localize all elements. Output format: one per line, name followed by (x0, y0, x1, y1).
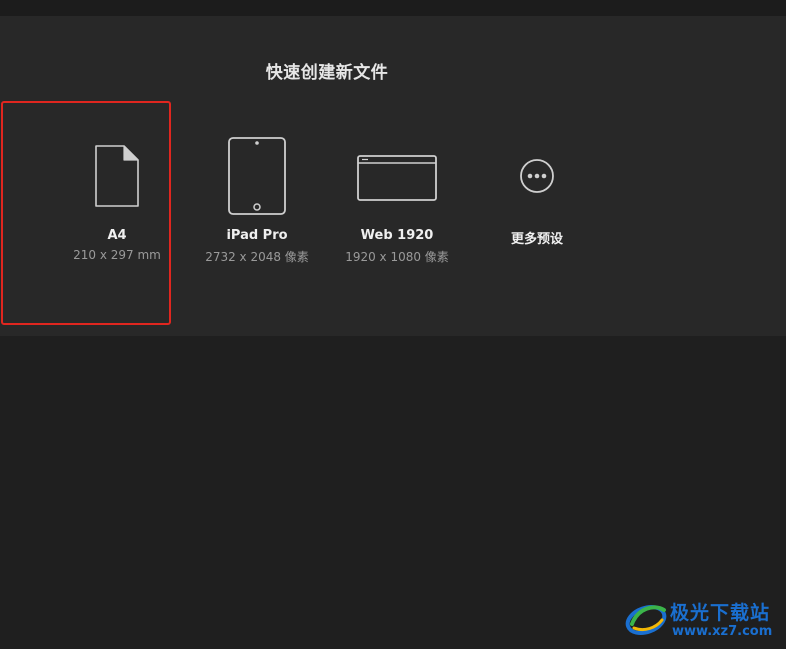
preset-name: Web 1920 (360, 228, 434, 243)
tablet-icon (187, 116, 327, 215)
watermark-url: www.xz7.com (672, 624, 773, 639)
browser-window-icon (327, 116, 467, 212)
preset-name: 更多预设 (510, 232, 563, 247)
preset-name: iPad Pro (226, 228, 288, 243)
panel-title: 快速创建新文件 (265, 63, 389, 83)
preset-size: 2732 x 2048 像素 (205, 250, 309, 264)
highlight-box (1, 101, 171, 325)
preset-web-1920[interactable]: Web 1920 1920 x 1080 像素 (327, 116, 467, 264)
watermark-brand: 极光下载站 (670, 602, 771, 624)
watermark-logo-icon (624, 598, 668, 638)
preset-more[interactable]: 更多预设 (467, 116, 607, 256)
more-icon (467, 116, 607, 212)
preset-size: 1920 x 1080 像素 (345, 250, 449, 264)
app-window: 快速创建新文件 A4 210 x 297 mm iPad Pro 2732 x … (0, 0, 786, 649)
preset-ipad-pro[interactable]: iPad Pro 2732 x 2048 像素 (187, 116, 327, 264)
watermark: 极光下载站 www.xz7.com (624, 596, 784, 642)
top-bar (0, 0, 786, 16)
